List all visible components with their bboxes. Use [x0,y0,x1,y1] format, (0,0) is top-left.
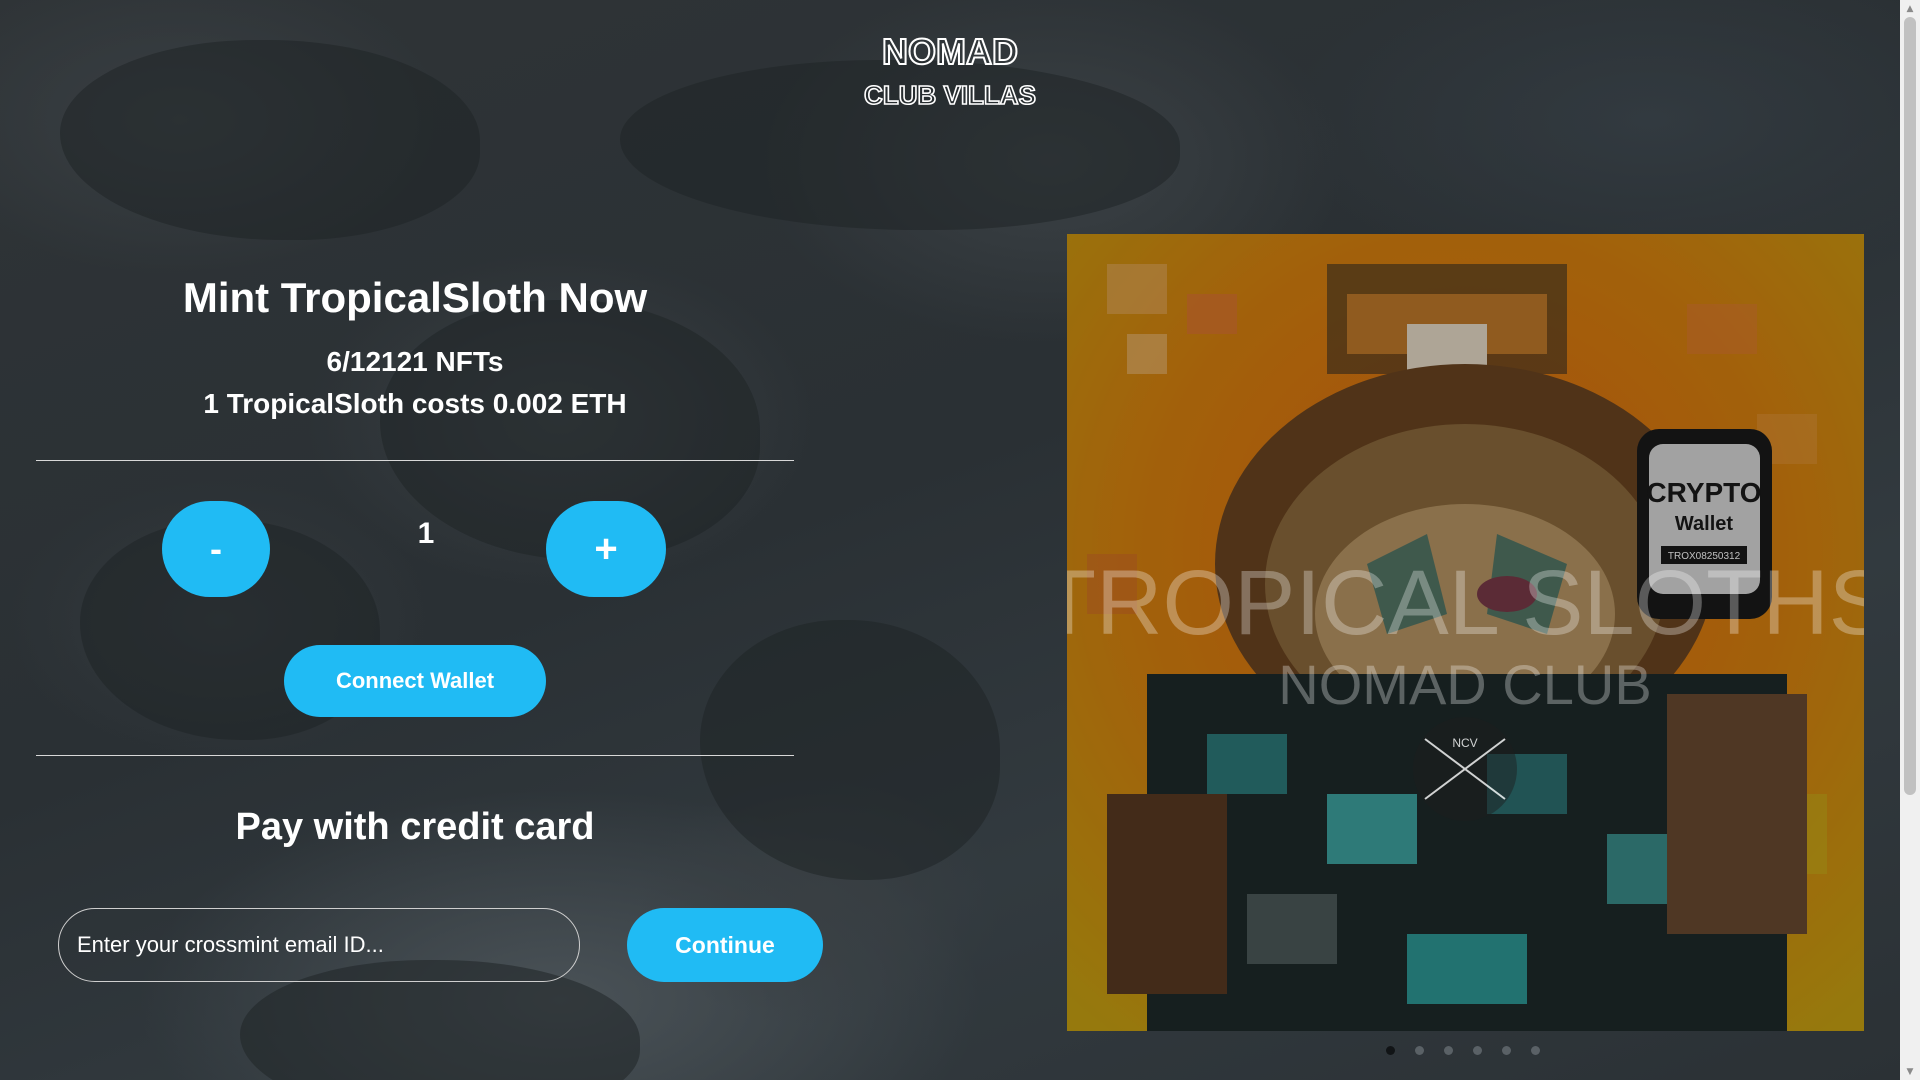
continue-button[interactable]: Continue [627,908,823,982]
mint-panel: Mint TropicalSloth Now 6/12121 NFTs 1 Tr… [36,262,794,849]
carousel-dot[interactable] [1473,1046,1482,1055]
carousel-dot[interactable] [1502,1046,1511,1055]
quantity-stepper: - 1 + [36,501,794,597]
watermark-subtitle: NOMAD CLUB [1278,653,1651,716]
scroll-down-icon[interactable]: ▼ [1900,1063,1920,1080]
scroll-up-icon[interactable]: ▲ [1900,0,1920,17]
nft-count: 6/12121 NFTs [326,346,504,377]
decrease-quantity-button[interactable]: - [162,501,270,597]
nomad-club-villas-logo: NOMAD CLUB VILLAS [863,30,1036,111]
scroll-thumb[interactable] [1904,17,1916,795]
svg-text:NCV: NCV [1452,736,1477,750]
crossmint-email-input[interactable] [58,908,580,982]
nft-preview-image: CRYPTO Wallet TROX08250312 TROPICAL SLOT… [1067,234,1864,1031]
watermark-title: TROPICAL SLOTHS [1067,552,1864,654]
carousel-dot[interactable] [1444,1046,1453,1055]
ncv-badge: NCV [1413,717,1517,821]
connect-wallet-button[interactable]: Connect Wallet [284,645,546,717]
svg-text:CLUB VILLAS: CLUB VILLAS [864,80,1036,110]
increase-quantity-button[interactable]: + [546,501,666,597]
carousel-dot[interactable] [1386,1046,1395,1055]
nft-cost: 1 TropicalSloth costs 0.002 ETH [203,388,627,419]
carousel-dot[interactable] [1531,1046,1540,1055]
vertical-scrollbar[interactable]: ▲ ▼ [1900,0,1920,1080]
divider-bottom [36,755,794,756]
svg-text:NOMAD: NOMAD [882,31,1018,72]
carousel-dot[interactable] [1415,1046,1424,1055]
credit-card-title: Pay with credit card [235,806,595,848]
divider-top [36,460,794,461]
quantity-value: 1 [417,517,435,550]
mint-title: Mint TropicalSloth Now [182,274,648,321]
carousel-dots [1386,1046,1540,1055]
